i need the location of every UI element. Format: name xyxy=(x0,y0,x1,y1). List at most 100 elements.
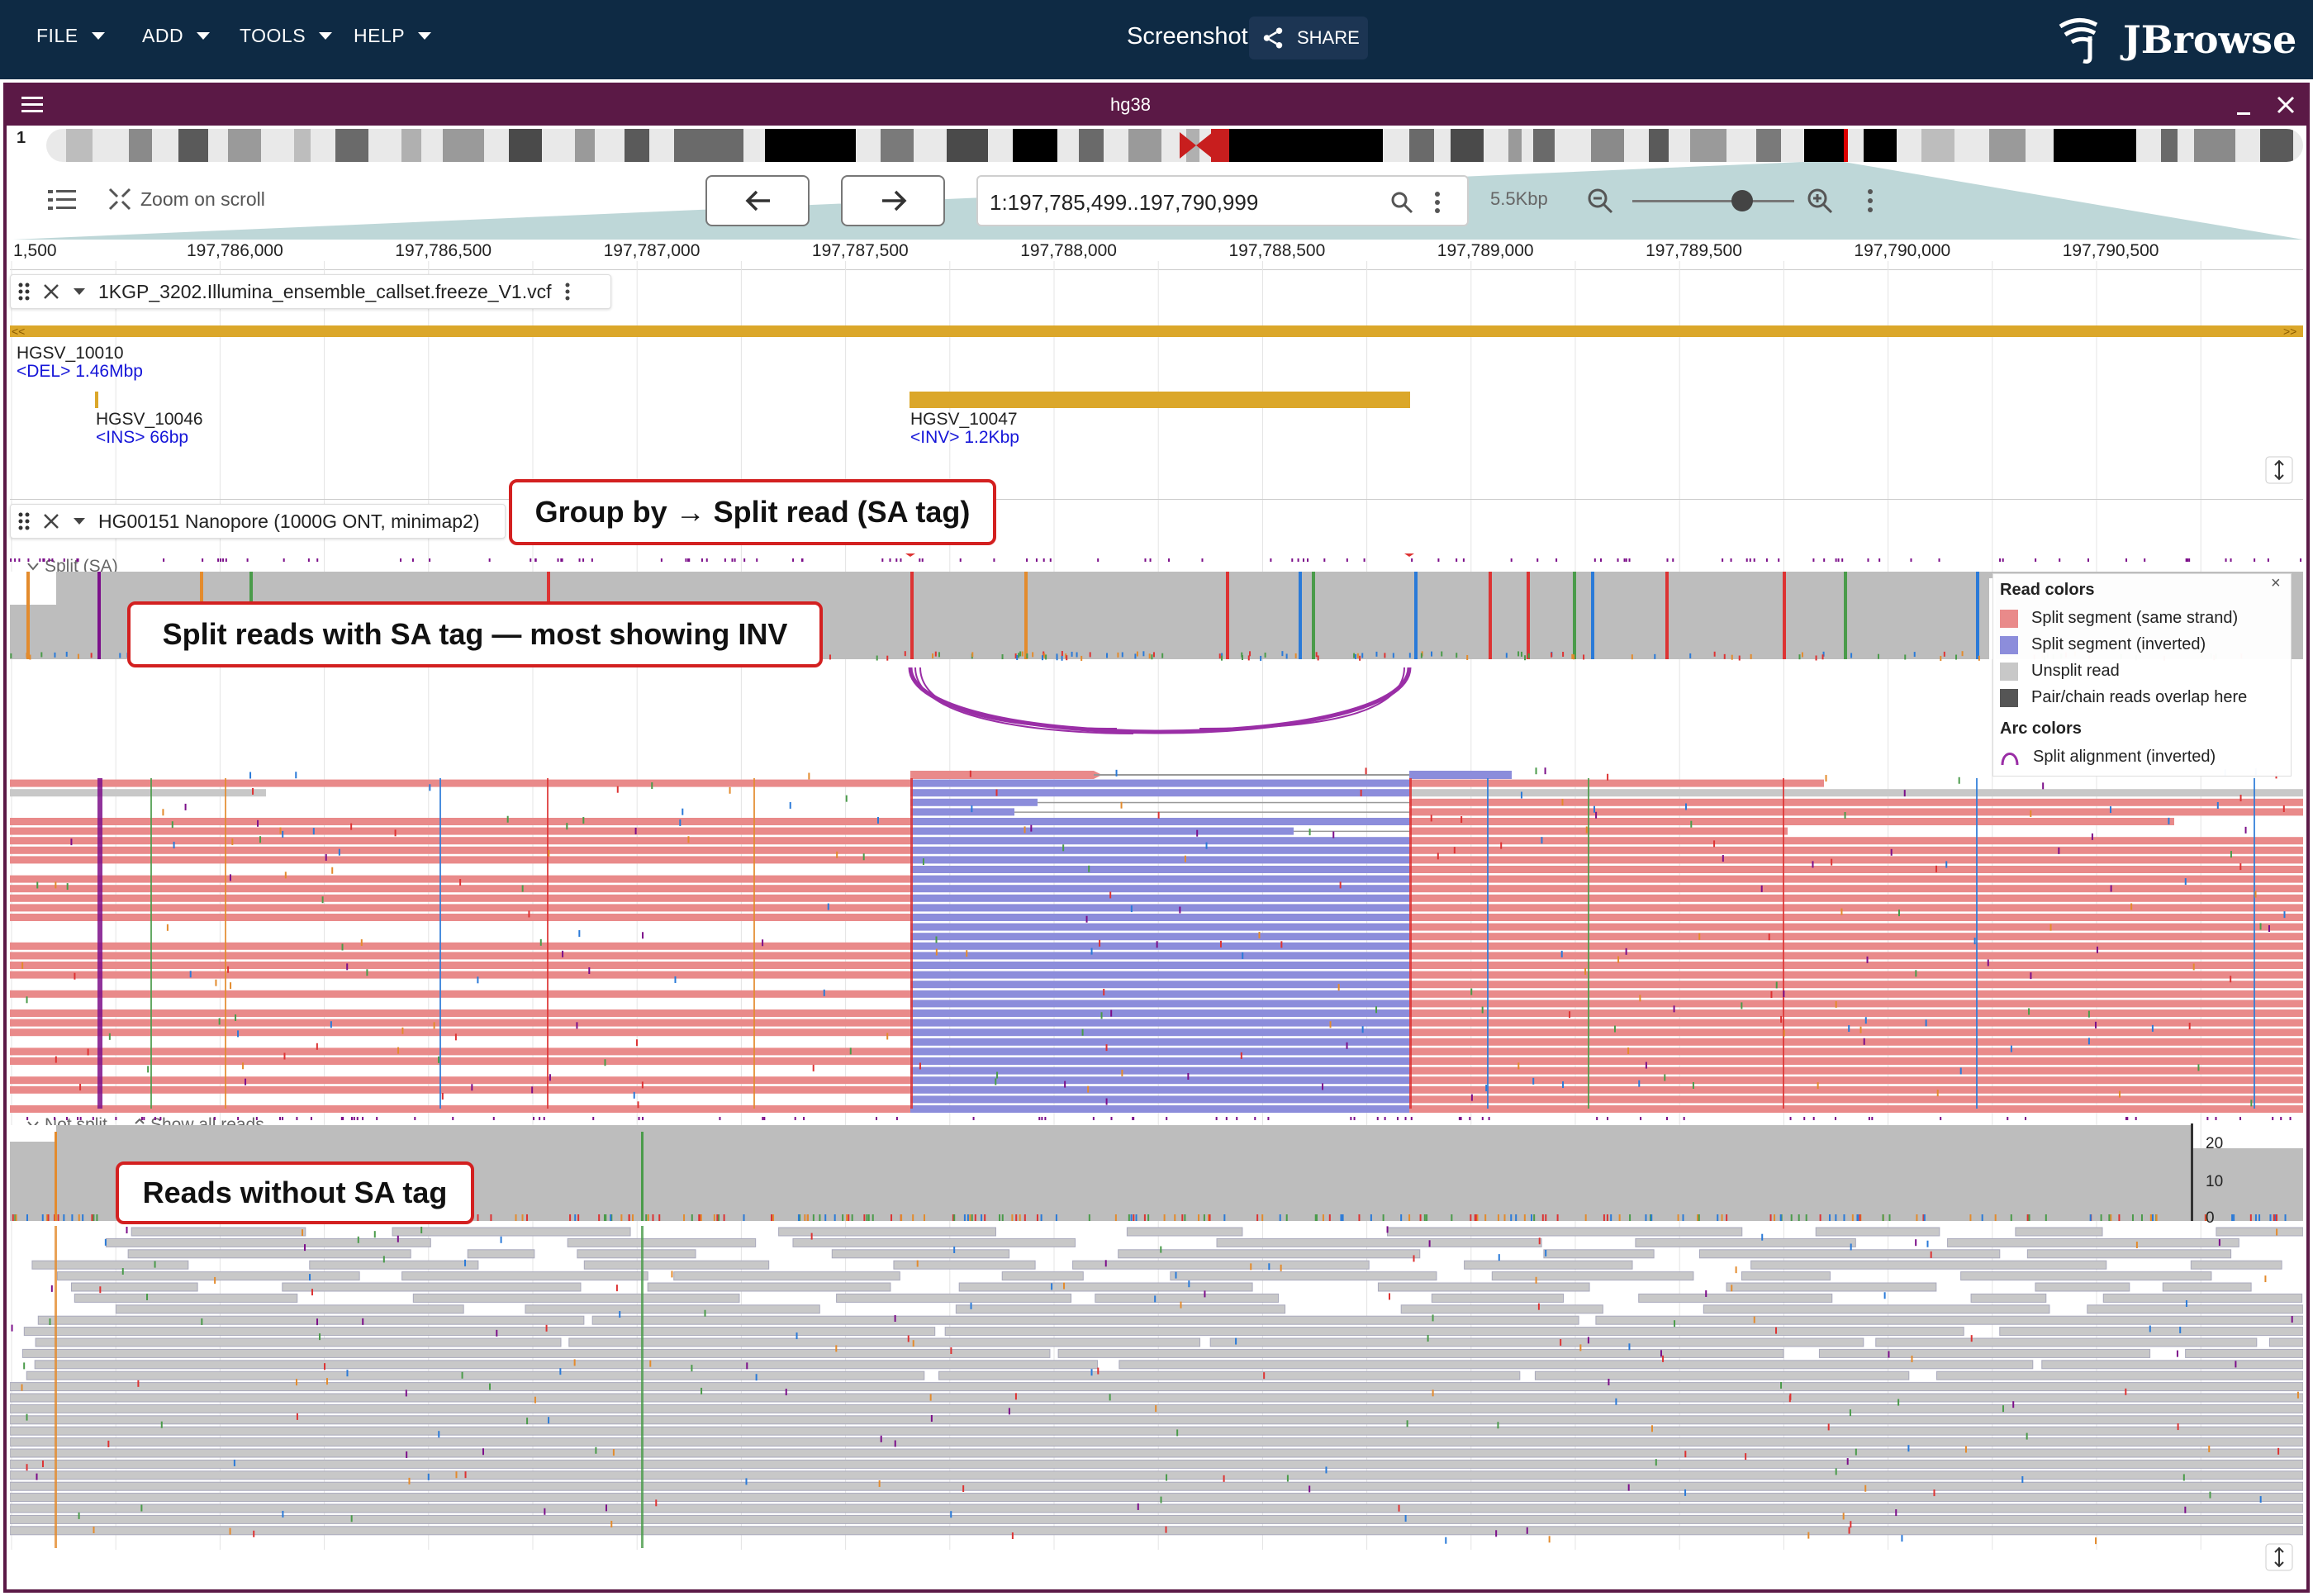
read xyxy=(35,1337,562,1347)
legend-item-same-strand: Split segment (same strand) xyxy=(2000,609,2238,628)
view-more-vert-icon[interactable] xyxy=(1865,187,1875,215)
legend-item-unsplit: Unsplit read xyxy=(2000,662,2120,681)
read-segment xyxy=(10,1047,910,1056)
track-list-icon[interactable] xyxy=(46,187,79,215)
read xyxy=(37,1315,585,1325)
read-segment xyxy=(10,1009,910,1017)
read-segment xyxy=(10,779,910,787)
ideogram-bands xyxy=(66,129,2293,162)
legend-swatch xyxy=(2000,662,2018,681)
close-track-icon[interactable] xyxy=(42,512,60,530)
more-vert-icon[interactable] xyxy=(1432,190,1442,215)
snp-mark xyxy=(910,572,914,659)
ruler-tick-label: 197,787,000 xyxy=(603,241,701,260)
read-segment xyxy=(1409,885,2303,893)
zoom-slider-thumb[interactable] xyxy=(1731,190,1753,211)
chevron-down-icon[interactable] xyxy=(72,516,87,526)
read xyxy=(1960,1271,2212,1281)
search-icon[interactable] xyxy=(1389,190,1414,215)
read xyxy=(2015,1227,2103,1237)
track-divider xyxy=(10,499,2303,500)
zoom-on-scroll-toggle[interactable]: Zoom on scroll xyxy=(107,187,265,211)
chromosome-ideogram[interactable] xyxy=(46,129,2303,162)
resize-handle-icon[interactable] xyxy=(2265,456,2293,484)
zoom-slider-track[interactable] xyxy=(1632,200,1794,202)
read xyxy=(1703,1304,2050,1314)
read-segment xyxy=(910,914,1409,921)
read xyxy=(2102,1293,2303,1303)
read xyxy=(673,1271,900,1281)
read xyxy=(1464,1260,1633,1270)
read xyxy=(1815,1227,1940,1237)
arrow-right-icon xyxy=(882,190,907,211)
read xyxy=(1400,1304,1603,1314)
read-segment xyxy=(1409,1000,2303,1008)
snp-mark xyxy=(1024,572,1028,659)
del-feature-bar[interactable]: << >> xyxy=(10,324,2303,340)
menu-help[interactable]: HELP xyxy=(354,25,432,47)
read xyxy=(893,1260,1036,1270)
menu-add[interactable]: ADD xyxy=(142,25,211,47)
feature-desc-10046: <INS> 66bp xyxy=(96,428,189,447)
ruler-tick-label: 197,789,000 xyxy=(1437,241,1534,260)
close-track-icon[interactable] xyxy=(42,283,60,301)
read xyxy=(21,1348,1051,1358)
menu-tools[interactable]: TOOLS xyxy=(240,25,333,47)
read-segment xyxy=(910,962,1409,969)
pan-left-button[interactable] xyxy=(705,175,810,226)
menu-tools-label: TOOLS xyxy=(240,25,306,46)
read-segment xyxy=(910,933,1409,941)
read xyxy=(1638,1293,1833,1303)
view-title: hg38 xyxy=(1110,94,1151,115)
drag-handle-icon[interactable] xyxy=(17,282,31,302)
read-segment xyxy=(1409,914,2303,921)
ins-feature-mark[interactable] xyxy=(95,392,98,408)
legend-arc-label: Split alignment (inverted) xyxy=(2033,748,2216,766)
split-reads-pileup xyxy=(10,767,2303,1113)
inv-feature-bar[interactable] xyxy=(910,392,1410,408)
hamburger-menu-icon[interactable] xyxy=(20,94,45,116)
read xyxy=(10,1481,2303,1491)
chevron-down-icon[interactable] xyxy=(72,287,87,297)
zoom-scroll-icon xyxy=(108,188,131,211)
menu-file-label: FILE xyxy=(36,25,78,46)
drag-handle-icon[interactable] xyxy=(17,511,31,531)
location-value: 1:197,785,499..197,790,999 xyxy=(990,190,1259,215)
minimize-icon[interactable] xyxy=(2234,97,2255,117)
read xyxy=(10,1437,2303,1447)
menu-file[interactable]: FILE xyxy=(36,25,105,47)
read-segment xyxy=(910,1009,1409,1017)
share-button[interactable]: SHARE xyxy=(1249,17,1368,59)
feature-desc-10010: <DEL> 1.46Mbp xyxy=(17,362,143,381)
location-search-input[interactable]: 1:197,785,499..197,790,999 xyxy=(976,175,1469,226)
read-segment xyxy=(910,846,1409,854)
read-segment xyxy=(10,1057,910,1065)
read-segment xyxy=(910,952,1409,960)
callout-no-sa: Reads without SA tag xyxy=(116,1161,474,1224)
read-segment xyxy=(10,818,910,825)
arrow-left-icon xyxy=(745,190,770,211)
read xyxy=(1118,1249,1421,1259)
read xyxy=(1999,1327,2303,1337)
ruler-tick-label: 197,788,000 xyxy=(1020,241,1117,260)
zoom-in-icon[interactable] xyxy=(1806,187,1834,215)
alignment-track-header: HG00151 Nanopore (1000G ONT, minimap2) xyxy=(10,504,506,539)
close-view-icon[interactable] xyxy=(2275,94,2296,116)
read xyxy=(567,1237,757,1247)
read xyxy=(2041,1360,2303,1370)
read xyxy=(525,1304,820,1314)
feature-name-10010: HGSV_10010 xyxy=(17,344,124,363)
legend-close-button[interactable]: × xyxy=(2271,574,2281,593)
read xyxy=(2035,1282,2130,1292)
zoom-out-icon[interactable] xyxy=(1586,187,1614,215)
read xyxy=(2269,1337,2303,1347)
read-segment xyxy=(10,1085,910,1094)
resize-handle-icon[interactable] xyxy=(2265,1543,2293,1571)
read-segment xyxy=(910,885,1409,893)
pan-right-button[interactable] xyxy=(841,175,945,226)
read xyxy=(1216,1237,1542,1247)
read-segment xyxy=(10,1019,910,1027)
snp-mark xyxy=(97,572,101,659)
read-segment xyxy=(910,1085,1409,1094)
track-menu-icon[interactable] xyxy=(563,282,572,302)
